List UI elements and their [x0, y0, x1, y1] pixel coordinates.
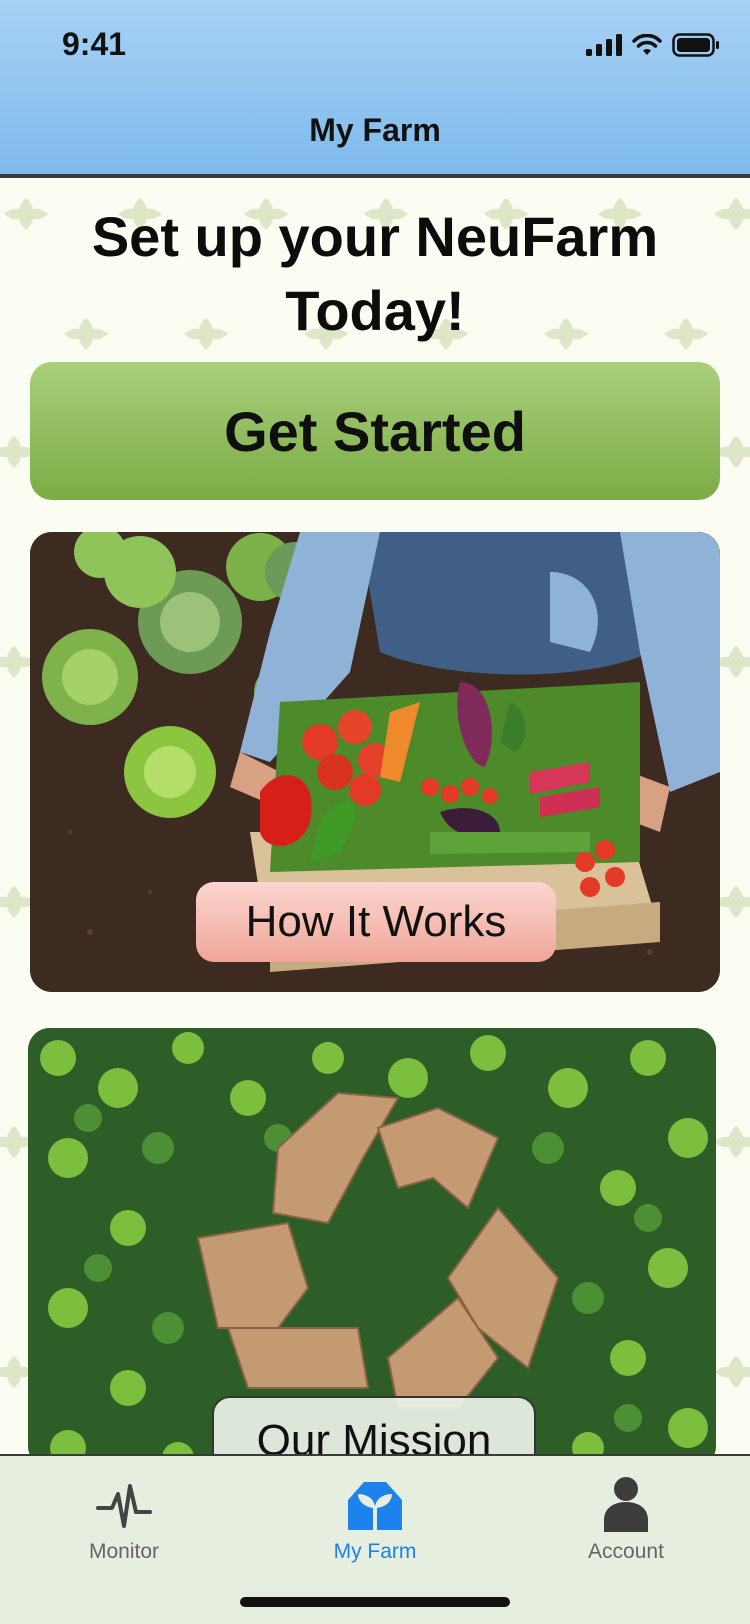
- get-started-button[interactable]: Get Started: [30, 362, 720, 500]
- how-it-works-button[interactable]: How It Works: [196, 882, 556, 962]
- person-icon: [604, 1477, 648, 1532]
- how-it-works-card[interactable]: How It Works: [30, 532, 720, 992]
- tab-label-account: Account: [588, 1540, 664, 1563]
- battery-icon: [672, 33, 719, 57]
- farm-sprout-icon: [348, 1482, 402, 1530]
- nav-title: My Farm: [309, 112, 441, 148]
- headline-line-2: Today!: [285, 279, 465, 342]
- header-bar: 9:41 My Farm: [0, 0, 750, 178]
- home-indicator: [240, 1597, 510, 1607]
- setup-headline: Set up your NeuFarm Today!: [40, 200, 710, 348]
- wifi-icon: [632, 34, 662, 55]
- our-mission-card[interactable]: Our Mission: [28, 1028, 716, 1468]
- tab-label-my-farm: My Farm: [333, 1540, 417, 1563]
- tab-my-farm[interactable]: My Farm: [285, 1470, 465, 1564]
- status-icons: [586, 32, 720, 58]
- signal-icon: [586, 34, 622, 56]
- tab-label-monitor: Monitor: [88, 1540, 160, 1563]
- headline-line-1: Set up your NeuFarm: [91, 205, 659, 268]
- tab-monitor[interactable]: Monitor: [34, 1470, 214, 1564]
- heartbeat-icon: [96, 1484, 152, 1528]
- status-time: 9:41: [62, 26, 127, 62]
- tab-account[interactable]: Account: [536, 1470, 716, 1564]
